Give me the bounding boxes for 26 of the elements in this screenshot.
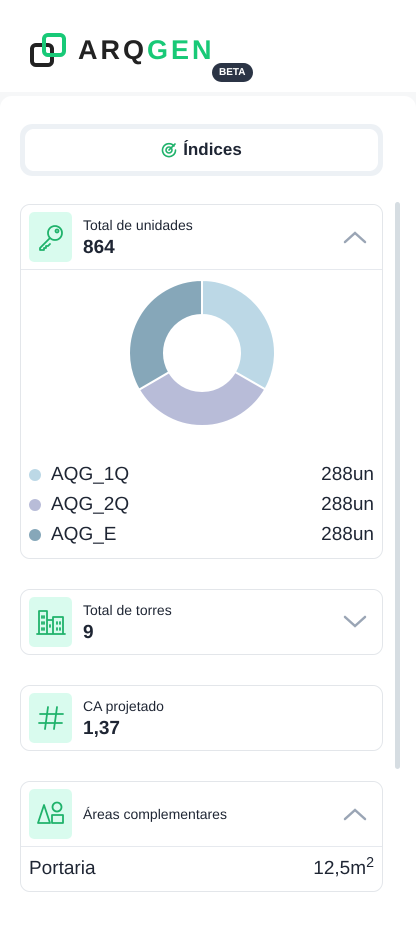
card-value: 1,37	[83, 716, 121, 740]
area-value: 12,5m$^{2}$	[313, 854, 374, 881]
card-value: 864	[83, 236, 116, 260]
card-title: Áreas complementares	[83, 804, 227, 824]
legend-value: 288un	[321, 522, 374, 547]
beta-badge: BETA	[212, 63, 253, 82]
legend-label: AQG_E	[51, 522, 116, 547]
hash-icon	[36, 704, 64, 732]
legend-value: 288un	[321, 492, 374, 517]
logo-text: GEN	[147, 34, 215, 67]
card-title: CA projetado	[83, 696, 164, 716]
chevron-up-icon[interactable]	[343, 230, 367, 244]
legend-label: AQG_2Q	[51, 492, 130, 517]
card-value: 9	[83, 620, 95, 644]
legend-label: AQG_1Q	[51, 462, 130, 487]
scrollbar[interactable]	[395, 202, 400, 769]
card-title: Total de torres	[83, 600, 172, 620]
chevron-up-icon[interactable]	[343, 807, 367, 821]
buildings-icon	[34, 608, 66, 636]
legend-value: 288un	[321, 462, 374, 487]
card-title: Total de unidades	[83, 216, 193, 234]
tab[interactable]: Índices	[25, 129, 378, 171]
chevron-down-icon[interactable]	[343, 615, 367, 629]
target-icon	[161, 142, 178, 158]
area-label: Portaria	[29, 856, 96, 881]
logo-text: ARQ	[78, 34, 147, 67]
